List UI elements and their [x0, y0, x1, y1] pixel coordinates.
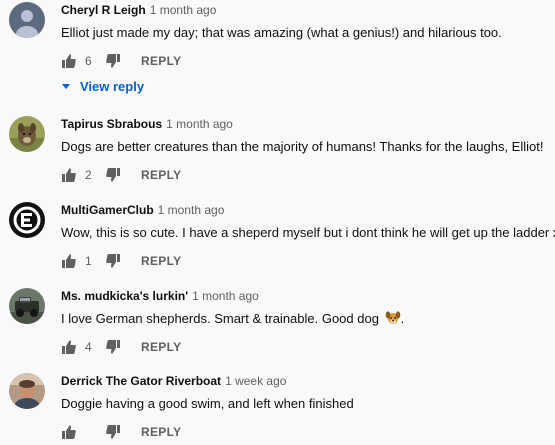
comment-actions: 1 REPLY — [61, 252, 181, 270]
author-name[interactable]: MultiGamerClub — [61, 203, 154, 217]
reply-button[interactable]: REPLY — [141, 340, 181, 354]
dislike-button[interactable] — [105, 167, 121, 183]
avatar[interactable] — [9, 2, 45, 38]
thumbs-down-icon — [106, 168, 120, 182]
comment-text: Doggie having a good swim, and left when… — [61, 396, 354, 411]
comment-actions: 6 REPLY — [61, 52, 181, 70]
comment-actions: 2 REPLY — [61, 166, 181, 184]
comment-header: Tapirus Sbrabous 1 month ago — [61, 116, 233, 132]
dog-photo-avatar-icon — [9, 116, 45, 152]
comment-time[interactable]: 1 month ago — [150, 3, 217, 17]
author-name[interactable]: Ms. mudkicka's lurkin' — [61, 289, 188, 303]
comment-time[interactable]: 1 month ago — [166, 117, 233, 131]
comment-text-suffix: . — [400, 311, 405, 326]
comment-time[interactable]: 1 month ago — [192, 289, 259, 303]
initial-avatar-icon — [9, 2, 45, 38]
avatar[interactable] — [9, 288, 45, 324]
comment-time[interactable]: 1 month ago — [158, 203, 225, 217]
thumbs-down-icon — [106, 340, 120, 354]
thumbs-up-icon — [62, 168, 76, 182]
like-button[interactable] — [61, 339, 77, 355]
comment-actions: 4 REPLY — [61, 338, 181, 356]
like-button[interactable] — [61, 253, 77, 269]
dislike-button[interactable] — [105, 339, 121, 355]
like-count: 6 — [85, 54, 92, 68]
comment-actions: REPLY — [61, 423, 181, 441]
author-name[interactable]: Cheryl R Leigh — [61, 3, 146, 17]
thumbs-up-icon — [62, 254, 76, 268]
thumbs-down-icon — [106, 254, 120, 268]
comment-time[interactable]: 1 week ago — [225, 374, 286, 388]
avatar[interactable] — [9, 116, 45, 152]
like-count: 1 — [85, 254, 92, 268]
comment-header: Ms. mudkicka's lurkin' 1 month ago — [61, 288, 259, 304]
like-count: 4 — [85, 340, 92, 354]
dislike-button[interactable] — [105, 253, 121, 269]
comment-text-body: I love German shepherds. Smart & trainab… — [61, 311, 379, 326]
comment-header: MultiGamerClub 1 month ago — [61, 202, 224, 218]
like-button[interactable] — [61, 424, 77, 440]
view-replies-button[interactable]: View reply — [61, 77, 144, 95]
comment-text: Dogs are better creatures than the major… — [61, 139, 544, 154]
caret-down-icon — [62, 84, 70, 89]
reply-button[interactable]: REPLY — [141, 425, 181, 439]
avatar[interactable] — [9, 202, 45, 238]
reply-button[interactable]: REPLY — [141, 254, 181, 268]
truck-photo-avatar-icon — [9, 288, 45, 324]
like-count: 2 — [85, 168, 92, 182]
comment-text: Elliot just made my day; that was amazin… — [61, 25, 502, 40]
person-photo-avatar-icon — [9, 373, 45, 409]
dislike-button[interactable] — [105, 424, 121, 440]
logo-avatar-icon — [9, 202, 45, 238]
thumbs-down-icon — [106, 54, 120, 68]
thumbs-up-icon — [62, 425, 76, 439]
comment-text: Wow, this is so cute. I have a sheperd m… — [61, 225, 555, 240]
comment-header: Cheryl R Leigh 1 month ago — [61, 2, 216, 18]
author-name[interactable]: Tapirus Sbrabous — [61, 117, 162, 131]
avatar[interactable] — [9, 373, 45, 409]
thumbs-down-icon — [106, 425, 120, 439]
thumbs-up-icon — [62, 54, 76, 68]
view-replies-label: View reply — [80, 78, 145, 94]
reply-button[interactable]: REPLY — [141, 168, 181, 182]
comment-text: I love German shepherds. Smart & trainab… — [61, 310, 404, 328]
dislike-button[interactable] — [105, 53, 121, 69]
comment-header: Derrick The Gator Riverboat 1 week ago — [61, 373, 286, 389]
like-button[interactable] — [61, 167, 77, 183]
like-button[interactable] — [61, 53, 77, 69]
dog-emoji-icon — [385, 311, 400, 324]
author-name[interactable]: Derrick The Gator Riverboat — [61, 374, 221, 388]
reply-button[interactable]: REPLY — [141, 54, 181, 68]
thumbs-up-icon — [62, 340, 76, 354]
